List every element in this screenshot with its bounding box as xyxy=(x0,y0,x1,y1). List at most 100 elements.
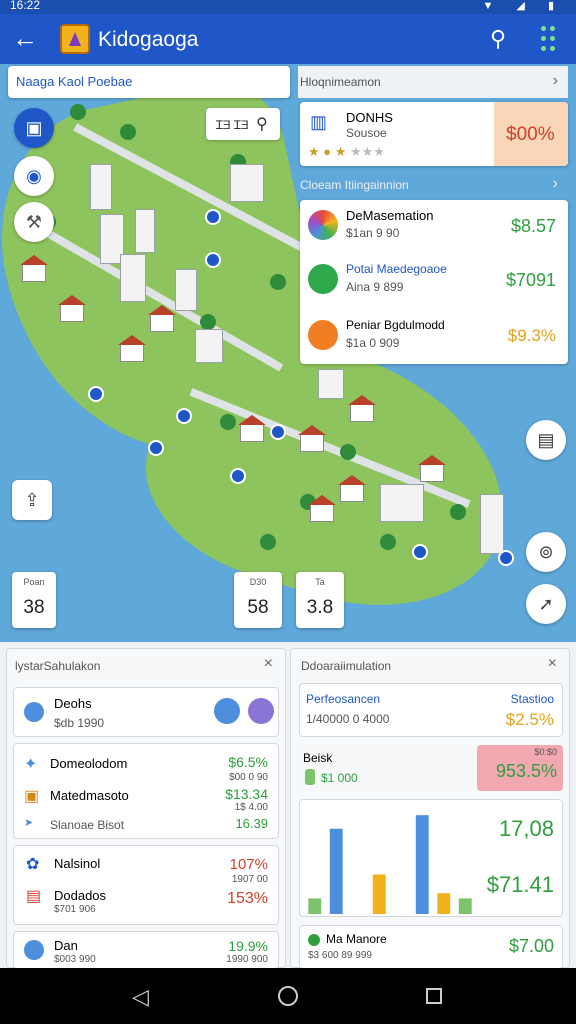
system-simulation-panel: lystarSahulakon × Deohs $db 1990 ✦ Domeo… xyxy=(6,648,286,969)
clock-icon xyxy=(24,702,44,722)
map-pin-icon[interactable] xyxy=(148,440,164,456)
building xyxy=(175,269,197,311)
stat-box-3[interactable]: Ta 3.8 xyxy=(296,572,344,628)
map-pin-icon[interactable] xyxy=(205,209,221,225)
metrics-card: ✦ Domeolodom $6.5% $00 0 90 ▣ Matedmasot… xyxy=(13,743,279,839)
map-header-title: Naaga Kaol Poebae xyxy=(16,74,133,89)
map-pin-icon[interactable] xyxy=(205,252,221,268)
list-item[interactable]: DeMasemation $1an 9 90 $8.57 xyxy=(300,200,568,254)
map-header: Naaga Kaol Poebae xyxy=(8,66,290,98)
app-bar: ← Kidogaoga ⚲ xyxy=(0,14,576,64)
bar-chart xyxy=(308,815,472,914)
item-value: 153% xyxy=(227,890,268,907)
info-icon xyxy=(308,320,338,350)
chat-button[interactable]: ▤ xyxy=(526,420,566,460)
item-name: Nalsinol xyxy=(54,856,101,871)
item-list-card: DeMasemation $1an 9 90 $8.57 Potai Maede… xyxy=(300,200,568,364)
list-item[interactable]: Peniar Bgdulmodd $1a 0 909 $9.3% xyxy=(300,308,568,362)
more-vert-icon[interactable] xyxy=(538,26,558,52)
stat-box-1[interactable]: Poan 38 xyxy=(12,572,56,628)
chart-bar xyxy=(372,874,386,914)
value-tag: $0:$0 953.5% xyxy=(477,745,563,791)
item-name: DeMasemation xyxy=(346,208,434,223)
recents-nav-icon[interactable] xyxy=(426,988,442,1004)
building xyxy=(195,329,223,363)
item-sub: 1907 00 xyxy=(231,874,268,885)
item-sub: 1$ 4.00 xyxy=(234,802,268,813)
item-sub: $003 990 xyxy=(54,954,96,965)
item-sub: $1a 0 909 xyxy=(346,336,400,350)
status-icon xyxy=(308,934,320,946)
featured-card[interactable]: ▥ DONHS Sousoe ★ ● ★ ★★★ $00% xyxy=(300,102,568,166)
stat-label: Poan xyxy=(23,577,45,587)
status-icons: ▼ ◢ ▮ xyxy=(482,0,564,12)
stat-box-2[interactable]: D30 58 xyxy=(234,572,282,628)
card-icon: ▤ xyxy=(26,888,42,905)
item-sub: $00 0 90 xyxy=(229,772,268,783)
item-name: Peniar Bgdulmodd xyxy=(346,318,445,332)
stat-label: D30 xyxy=(249,577,267,587)
item-value: $9.3% xyxy=(507,326,556,345)
item-tag: Stastioo xyxy=(510,692,554,706)
navigate-button[interactable]: ➚ xyxy=(526,584,566,624)
item-value: 16.39 xyxy=(235,816,268,831)
tools-button[interactable]: ⚒ xyxy=(14,202,54,242)
app-logo-icon xyxy=(60,24,90,54)
home-nav-icon[interactable] xyxy=(278,986,298,1006)
item-value: 953.5% xyxy=(495,761,557,781)
map-search-box[interactable]: ꞮƎ ꞮƎ ⚲ xyxy=(206,108,280,140)
item-name: Deohs xyxy=(54,696,92,711)
stat-value: 58 xyxy=(247,597,269,618)
location-button[interactable]: ◉ xyxy=(14,156,54,196)
chart-bar xyxy=(458,898,472,914)
app-title: Kidogaoga xyxy=(98,28,199,51)
close-icon[interactable]: × xyxy=(548,655,557,673)
share-button[interactable]: ⇪ xyxy=(12,480,52,520)
list-item[interactable]: Dan $003 990 19.9% 1990 900 xyxy=(13,931,279,969)
chart-value-2: $71.41 xyxy=(486,872,554,897)
map-pin-icon[interactable] xyxy=(88,386,104,402)
item-name: Matedmasoto xyxy=(50,788,129,803)
map-search-text: ꞮƎ ꞮƎ xyxy=(216,118,249,132)
card-value: $00% xyxy=(506,124,555,145)
item-sub: $db 1990 xyxy=(54,716,105,730)
item-name: Dan xyxy=(54,938,78,953)
arrow-left-icon[interactable]: ← xyxy=(12,24,38,52)
item-name: Ma Manore xyxy=(326,932,387,946)
item-value: 19.9% xyxy=(228,938,268,954)
chart-value-1: 17,08 xyxy=(498,816,554,841)
section-title: Hloqnimeamon xyxy=(300,75,381,89)
close-icon[interactable]: × xyxy=(264,655,273,673)
chevron-right-icon[interactable]: › xyxy=(553,72,558,90)
stat-value: 38 xyxy=(23,597,45,618)
map-pin-icon[interactable] xyxy=(270,424,286,440)
item-sub: Aina 9 899 xyxy=(346,280,404,294)
performance-card[interactable]: Perfeosancen 1/40000 0 4000 Stastioo $2.… xyxy=(299,683,563,737)
item-name: Perfeosancen xyxy=(306,692,381,706)
list-item[interactable]: Deohs $db 1990 xyxy=(13,687,279,737)
back-nav-icon[interactable]: ◁ xyxy=(132,984,149,1010)
system-nav-bar: ◁ xyxy=(0,968,576,1024)
chevron-right-icon[interactable]: › xyxy=(553,175,558,193)
chart-bar xyxy=(415,815,429,914)
trend-icon[interactable] xyxy=(214,698,240,724)
list-item[interactable]: Potai Maedegoaoe Aina 9 899 $7091 xyxy=(300,254,568,308)
map-pin-icon[interactable] xyxy=(230,468,246,484)
layers-button[interactable]: ▣ xyxy=(14,108,54,148)
footer-card[interactable]: Ma Manore $3 600 89 999 $7.00 xyxy=(299,925,563,969)
right-section-header: Hloqnimeamon › xyxy=(298,66,568,98)
chart-bar xyxy=(308,898,322,914)
search-icon[interactable]: ⚲ xyxy=(490,26,506,52)
chat-icon: ✿ xyxy=(26,856,40,873)
profile-icon[interactable] xyxy=(248,698,274,724)
map-pin-icon[interactable] xyxy=(498,550,514,566)
balance-row[interactable]: Beisk $1 000 $0:$0 953.5% xyxy=(299,745,563,791)
lock-button[interactable]: ⊚ xyxy=(526,532,566,572)
bottom-panels: lystarSahulakon × Deohs $db 1990 ✦ Domeo… xyxy=(0,642,576,969)
chart-bar xyxy=(437,893,451,914)
map-pin-icon[interactable] xyxy=(412,544,428,560)
map-pin-icon[interactable] xyxy=(176,408,192,424)
item-value: $6.5% xyxy=(228,754,268,770)
item-sub: $1 000 xyxy=(321,771,358,785)
item-value: $7.00 xyxy=(508,936,554,956)
